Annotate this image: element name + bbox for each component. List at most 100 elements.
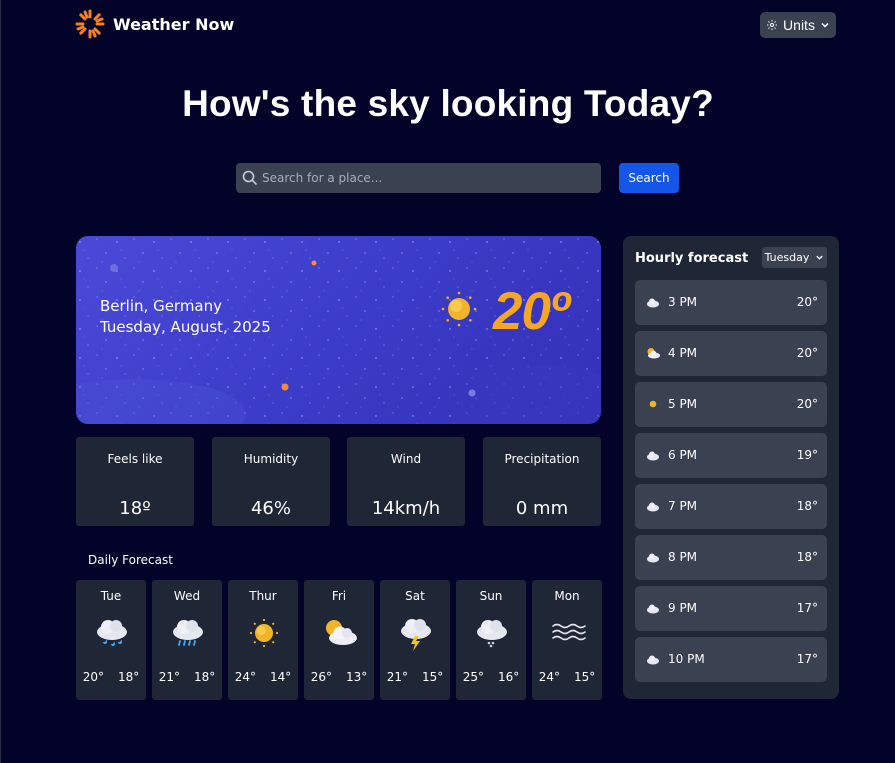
- day-high: 20°: [82, 670, 104, 684]
- hour-time: 6 PM: [668, 448, 698, 462]
- sun-logo-icon: [75, 9, 105, 39]
- cloud-icon: [647, 655, 659, 665]
- chevron-down-icon: [816, 255, 824, 260]
- day-name: Sat: [405, 589, 425, 603]
- hour-row[interactable]: 9 PM 17°: [635, 586, 827, 631]
- day-temps: 24° 14°: [228, 670, 298, 684]
- hour-time: 4 PM: [668, 346, 698, 360]
- fog-icon: [552, 623, 586, 641]
- day-high: 24°: [538, 670, 560, 684]
- day-temps: 26° 13°: [304, 670, 374, 684]
- hour-temp: 17°: [796, 601, 818, 615]
- stat-label: Humidity: [243, 452, 299, 466]
- hour-time: 10 PM: [668, 652, 705, 666]
- sun-icon: [649, 400, 657, 408]
- current-temperature: 20º: [493, 282, 569, 341]
- day-name: Tue: [100, 589, 122, 603]
- day-high: 21°: [386, 670, 408, 684]
- day-temps: 24° 15°: [532, 670, 602, 684]
- hour-time: 9 PM: [668, 601, 698, 615]
- hour-temp: 19°: [796, 448, 818, 462]
- hour-row[interactable]: 5 PM 20°: [635, 382, 827, 427]
- hour-row[interactable]: 3 PM 20°: [635, 280, 827, 325]
- day-high: 21°: [158, 670, 180, 684]
- day-high: 26°: [310, 670, 332, 684]
- search-button[interactable]: Search: [619, 163, 679, 193]
- daily-card-wed[interactable]: Wed 21° 18°: [152, 580, 222, 700]
- hour-temp: 20°: [796, 346, 818, 360]
- stat-humidity: Humidity 46%: [212, 437, 330, 526]
- hour-row[interactable]: 7 PM 18°: [635, 484, 827, 529]
- day-select[interactable]: Tuesday: [762, 247, 827, 268]
- page-title: How's the sky looking Today?: [182, 83, 714, 124]
- daily-card-sun[interactable]: Sun 25° 16°: [456, 580, 526, 700]
- gear-icon: [767, 20, 778, 30]
- stat-precipitation: Precipitation 0 mm: [483, 437, 601, 526]
- day-temps: 20° 18°: [76, 670, 146, 684]
- hour-row[interactable]: 10 PM 17°: [635, 637, 827, 682]
- stat-value: 0 mm: [515, 498, 569, 519]
- hour-temp: 18°: [796, 499, 818, 513]
- current-location: Berlin, Germany: [100, 297, 223, 315]
- daily-card-thur[interactable]: Thur 24° 14°: [228, 580, 298, 700]
- current-weather-card: Berlin, Germany Tuesday, August, 2025 20…: [76, 236, 601, 424]
- search-icon: [242, 170, 258, 186]
- chevron-down-icon: [821, 22, 829, 28]
- stat-value: 18º: [119, 498, 151, 519]
- cloud-icon: [647, 604, 659, 614]
- hour-time: 7 PM: [668, 499, 698, 513]
- hour-time: 8 PM: [668, 550, 698, 564]
- day-name: Mon: [554, 589, 580, 603]
- day-name: Sun: [479, 589, 503, 603]
- day-name: Thur: [249, 589, 277, 603]
- day-name: Wed: [173, 589, 201, 603]
- day-temps: 21° 18°: [152, 670, 222, 684]
- hour-temp: 17°: [796, 652, 818, 666]
- day-high: 24°: [234, 670, 256, 684]
- hour-temp: 20°: [796, 397, 818, 411]
- hourly-forecast-panel: Hourly forecast Tuesday 3 PM 20° 4 PM 20…: [623, 236, 839, 699]
- partly-cloudy-icon: [326, 620, 357, 645]
- cloud-icon: [647, 502, 659, 512]
- stat-label: Feels like: [107, 452, 163, 466]
- hour-time: 3 PM: [668, 295, 698, 309]
- drizzle-cloud-icon: [173, 620, 203, 646]
- day-low: 14°: [270, 670, 292, 684]
- hour-temp: 20°: [796, 295, 818, 309]
- cloud-icon: [647, 451, 659, 461]
- sun-icon: [441, 291, 477, 327]
- snow-cloud-icon: [477, 620, 507, 648]
- daily-card-fri[interactable]: Fri 26° 13°: [304, 580, 374, 700]
- day-low: 18°: [118, 670, 140, 684]
- daily-card-tue[interactable]: Tue 20° 18°: [76, 580, 146, 700]
- daily-card-mon[interactable]: Mon 24° 15°: [532, 580, 602, 700]
- stat-value: 14km/h: [371, 498, 441, 519]
- day-high: 25°: [462, 670, 484, 684]
- units-button[interactable]: Units: [760, 12, 836, 38]
- hour-row[interactable]: 6 PM 19°: [635, 433, 827, 478]
- day-select-value: Tuesday: [764, 251, 810, 264]
- rain-cloud-icon: [97, 620, 127, 646]
- partly-cloudy-icon: [647, 348, 660, 359]
- day-low: 18°: [194, 670, 216, 684]
- app-logo[interactable]: Weather Now: [75, 9, 234, 39]
- search-input[interactable]: [262, 171, 582, 185]
- storm-cloud-icon: [401, 619, 431, 651]
- hour-temp: 18°: [796, 550, 818, 564]
- stat-label: Precipitation: [504, 452, 580, 466]
- units-label: Units: [783, 17, 815, 33]
- daily-card-sat[interactable]: Sat 21° 15°: [380, 580, 450, 700]
- stat-wind: Wind 14km/h: [347, 437, 465, 526]
- day-temps: 21° 15°: [380, 670, 450, 684]
- day-low: 13°: [346, 670, 368, 684]
- app-name: Weather Now: [113, 14, 235, 34]
- stat-feels-like: Feels like 18º: [76, 437, 194, 526]
- search-box[interactable]: [236, 163, 601, 193]
- hour-row[interactable]: 8 PM 18°: [635, 535, 827, 580]
- daily-forecast-title: Daily Forecast: [88, 553, 173, 567]
- cloud-icon: [647, 298, 659, 308]
- cloud-icon: [647, 553, 659, 563]
- hour-row[interactable]: 4 PM 20°: [635, 331, 827, 376]
- stat-value: 46%: [250, 498, 291, 519]
- stat-label: Wind: [390, 452, 422, 466]
